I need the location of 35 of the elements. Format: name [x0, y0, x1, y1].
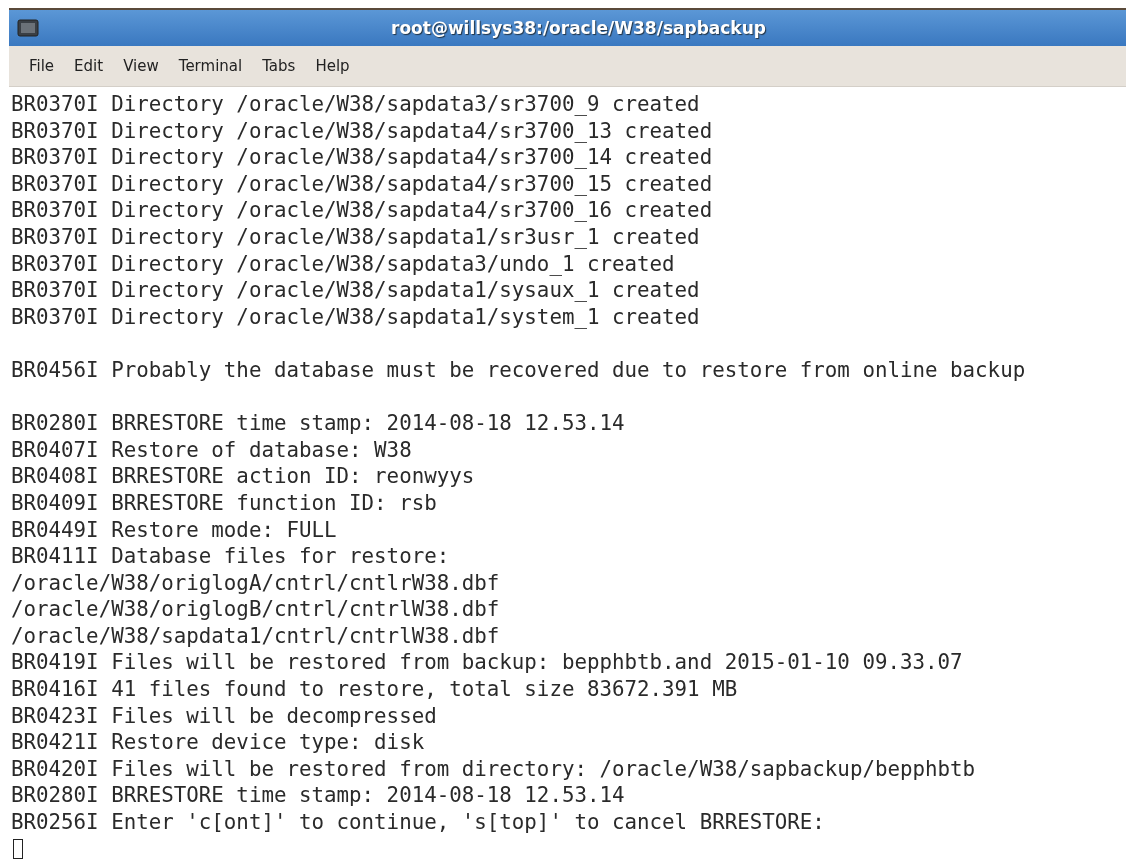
menu-item[interactable]: Terminal [168, 53, 253, 79]
terminal-line: BR0407I Restore of database: W38 [11, 436, 413, 464]
terminal-icon [17, 18, 39, 38]
terminal-line: BR0408I BRRESTORE action ID: reonwyys [11, 463, 476, 490]
terminal-line: BR0370I Directory /oracle/W38/sapdata3/sr3700_9 created [11, 91, 701, 118]
menu-item[interactable]: Tabs [252, 53, 306, 79]
terminal-line: BR0256I Enter 'c[ont]' to continue, 's[top]' to cancel BRRESTORE: [11, 809, 826, 836]
terminal-line: BR0411I Database files for restore: [11, 543, 451, 570]
terminal-line: BR0420I Files will be restored from directory: /oracle/W38/sapbackup/bepphbtb [11, 755, 977, 783]
menu-item[interactable]: File [19, 53, 65, 79]
menu-item[interactable]: Help [305, 53, 360, 79]
terminal-line: BR0370I Directory /oracle/W38/sapdata1/sr3usr_1 created [11, 223, 701, 251]
terminal-line: BR0370I Directory /oracle/W38/sapdata1/system_1 created [11, 303, 701, 331]
terminal-line: BR0280I BRRESTORE time stamp: 2014-08-18 12.53.14 [11, 782, 626, 810]
terminal-line: BR0419I Files will be restored from backup: bepphbtb.and 2015-01-10 09.33.07 [11, 649, 964, 677]
terminal-line: BR0421I Restore device type: disk [11, 729, 426, 756]
menu-item[interactable]: Edit [64, 53, 114, 79]
terminal-line: BR0370I Directory /oracle/W38/sapdata4/sr3700_13 created [11, 117, 714, 145]
terminal-line: BR0370I Directory /oracle/W38/sapdata4/sr3700_14 created [11, 144, 714, 171]
terminal-line: /oracle/W38/sapdata1/cntrl/cntrlW38.dbf [11, 622, 501, 650]
terminal-line: BR0449I Restore mode: FULL [11, 516, 338, 544]
terminal-line: BR0370I Directory /oracle/W38/sapdata1/sysaux_1 created [11, 277, 701, 304]
window-title: root@willsys38:/oracle/W38/sapbackup [390, 18, 767, 38]
terminal-line: BR0409I BRRESTORE function ID: rsb [11, 489, 438, 517]
menu-item[interactable]: View [113, 53, 169, 79]
terminal-line: BR0370I Directory /oracle/W38/sapdata4/sr3700_16 created [11, 197, 714, 224]
terminal-line: /oracle/W38/origlogA/cntrl/cntlrW38.dbf [11, 569, 501, 597]
terminal-line: BR0416I 41 files found to restore, total size 83672.391 MB [11, 676, 739, 703]
terminal-line: BR0423I Files will be decompressed [11, 702, 438, 730]
terminal-line: /oracle/W38/origlogB/cntrl/cntrlW38.dbf [11, 596, 501, 623]
terminal-line: BR0456I Probably the database must be recovered due to restore from online backup [11, 356, 1027, 384]
terminal-line: BR0280I BRRESTORE time stamp: 2014-08-18 12.53.14 [11, 410, 626, 437]
terminal-line: BR0370I Directory /oracle/W38/sapdata3/undo_1 created [11, 250, 676, 278]
text-cursor [13, 838, 23, 859]
terminal-line: BR0370I Directory /oracle/W38/sapdata4/sr3700_15 created [11, 170, 714, 198]
